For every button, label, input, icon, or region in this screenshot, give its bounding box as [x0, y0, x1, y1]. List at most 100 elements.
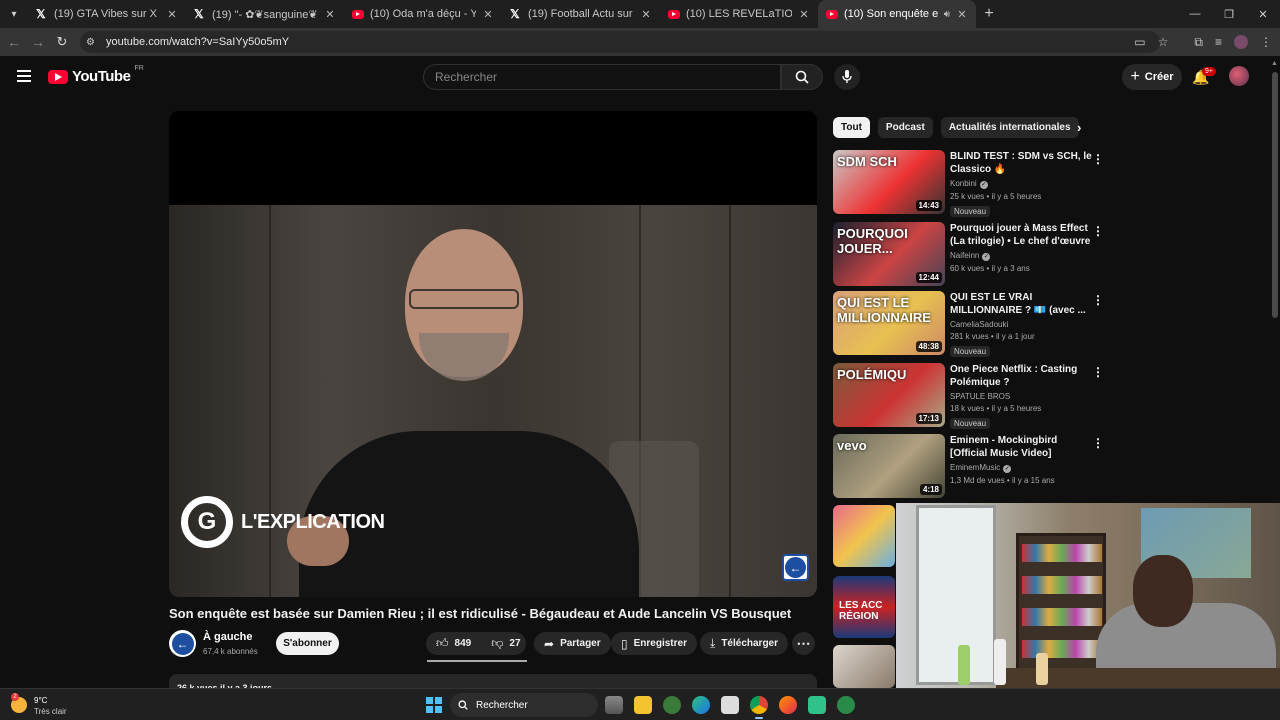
account-avatar[interactable]	[1229, 66, 1249, 86]
recommended-video-title[interactable]: Pourquoi jouer à Mass Effect (La trilogi…	[950, 222, 1092, 248]
partial-rec-thumbnail[interactable]: LES ACC RÉGION	[833, 576, 895, 638]
firefox-icon[interactable]	[779, 696, 797, 714]
save-button[interactable]: ▯ Enregistrer	[611, 632, 697, 655]
more-vertical-icon[interactable]: ⋮	[1092, 365, 1104, 379]
weather-widget[interactable]: 2 9°C Très clair	[11, 693, 91, 717]
audio-playing-icon[interactable]: 🔊︎	[944, 9, 950, 20]
taskbar-search-label: Rechercher	[476, 699, 528, 711]
browser-tab[interactable]: (10) Son enquête est basé 🔊︎ ✕	[818, 0, 976, 28]
recommended-video[interactable]: SDM SCH 14:43 BLIND TEST : SDM vs SCH, le …	[833, 150, 1105, 217]
url-field[interactable]: ⚙ youtube.com/watch?v=SaIYy50o5mY	[80, 31, 1160, 53]
close-tab-icon[interactable]: ✕	[956, 8, 968, 21]
recommended-video-title[interactable]: One Piece Netflix : Casting Polémique ?	[950, 363, 1092, 389]
recommended-video[interactable]: vevo 4:18 Eminem - Mockingbird [Official M…	[833, 434, 1105, 498]
more-vertical-icon[interactable]: ⋮	[1092, 436, 1104, 450]
thumbs-down-icon[interactable]: 👎︎	[491, 636, 503, 651]
tab-search-icon[interactable]: ▾	[0, 0, 28, 28]
chrome-icon[interactable]	[750, 696, 768, 719]
recommended-video[interactable]: POLÉMIQU 17:13 One Piece Netflix : Casting…	[833, 363, 1105, 429]
video-thumbnail[interactable]: QUI EST LE MILLIONNAIRE 48:38	[833, 291, 945, 355]
recommended-video[interactable]: POURQUOI JOUER... 12:44 Pourquoi jouer à M…	[833, 222, 1105, 286]
recommended-channel-name[interactable]: Konbini	[950, 179, 977, 188]
scroll-up-icon[interactable]: ▲	[1271, 60, 1278, 67]
close-tab-icon[interactable]: ✕	[324, 8, 336, 21]
search-button[interactable]	[781, 64, 823, 90]
voice-search-button[interactable]	[834, 64, 860, 90]
recommended-channel-name[interactable]: EminemMusic	[950, 463, 1000, 472]
close-tab-icon[interactable]: ✕	[640, 8, 652, 21]
close-tab-icon[interactable]: ✕	[166, 8, 178, 21]
more-vertical-icon[interactable]: ⋮	[1092, 224, 1104, 238]
browser-tab[interactable]: 𝕏 (19) GTA Vibes sur X : "Merci, G ✕	[28, 0, 186, 28]
recommended-video-title[interactable]: QUI EST LE VRAI MILLIONNAIRE ? 💶 (avec .…	[950, 291, 1092, 317]
maximize-icon[interactable]: ❐	[1212, 0, 1246, 28]
discord-icon[interactable]	[808, 696, 826, 714]
video-player[interactable]: G L'EXPLICATION ←	[169, 111, 817, 597]
new-tab-button[interactable]: +	[976, 5, 1002, 23]
close-tab-icon[interactable]: ✕	[798, 8, 810, 21]
nvidia-icon[interactable]	[663, 696, 681, 714]
recommended-channel-name[interactable]: SPATULE BROS	[950, 392, 1010, 401]
dislike-count[interactable]: 27	[509, 638, 520, 649]
windows-start-icon[interactable]	[426, 697, 442, 713]
browser-tab[interactable]: (10) LES REVELaTIONS DES FEM ✕	[660, 0, 818, 28]
video-thumbnail[interactable]: POURQUOI JOUER... 12:44	[833, 222, 945, 286]
site-info-icon[interactable]: ⚙	[86, 37, 100, 48]
streamer-head	[1133, 555, 1193, 627]
minimize-icon[interactable]: —	[1178, 0, 1212, 28]
partial-rec-thumbnail[interactable]	[833, 645, 895, 688]
reading-list-icon[interactable]: ≡	[1215, 35, 1222, 49]
more-vertical-icon[interactable]: ⋮	[1092, 293, 1104, 307]
recommended-video-title[interactable]: Eminem - Mockingbird [Official Music Vid…	[950, 434, 1092, 460]
more-actions-button[interactable]: ⋯	[792, 632, 815, 655]
filter-chip[interactable]: Actualités internationales	[940, 117, 1079, 138]
recommended-video-title[interactable]: BLIND TEST : SDM vs SCH, le Classico 🔥	[950, 150, 1092, 176]
back-icon[interactable]: ←	[2, 34, 26, 50]
edge-icon[interactable]	[692, 696, 710, 714]
taskbar-search[interactable]: Rechercher	[450, 693, 598, 717]
browser-tab[interactable]: 𝕏 (19) Football Actu sur X : "Lucas ✕	[502, 0, 660, 28]
new-badge: Nouveau	[950, 346, 991, 357]
browser-tab-title: (10) Son enquête est basé	[844, 8, 938, 20]
thumbs-up-icon[interactable]: 👍︎	[436, 636, 449, 651]
browser-tab[interactable]: 𝕏 (19) "- ✿❦sanguine❦✿ .+" (@ ✕	[186, 0, 344, 28]
recommended-channel-name[interactable]: CameliaSadouki	[950, 320, 1008, 329]
browser-profile-avatar[interactable]	[1234, 35, 1248, 49]
bookmark-star-icon[interactable]: ☆	[1158, 35, 1169, 49]
chevron-right-icon[interactable]: ›	[1077, 120, 1081, 135]
spotify-icon[interactable]	[837, 696, 855, 714]
more-vertical-icon[interactable]: ⋮	[1092, 152, 1104, 166]
menu-icon[interactable]	[17, 70, 31, 82]
cast-icon[interactable]: ▭	[1134, 35, 1145, 49]
download-button[interactable]: ⤓ Télécharger	[700, 632, 789, 655]
browser-menu-icon[interactable]: ⋮	[1260, 35, 1272, 49]
filter-chip[interactable]: Tout	[833, 117, 870, 138]
scrollbar-thumb[interactable]	[1272, 72, 1278, 318]
channel-watermark-button[interactable]: ←	[782, 554, 809, 581]
recommended-channel-name[interactable]: Naifeinn	[950, 251, 979, 260]
reload-icon[interactable]: ↻	[50, 34, 74, 50]
share-button[interactable]: ➦ Partager	[534, 632, 611, 655]
video-thumbnail[interactable]: vevo 4:18	[833, 434, 945, 498]
extensions-icon[interactable]: ⧉	[1194, 35, 1203, 50]
task-view-icon[interactable]	[605, 696, 623, 714]
partial-rec-thumbnail[interactable]	[833, 505, 895, 567]
video-thumbnail[interactable]: SDM SCH 14:43	[833, 150, 945, 214]
video-thumbnail[interactable]: POLÉMIQU 17:13	[833, 363, 945, 427]
channel-name[interactable]: À gauche	[203, 631, 253, 643]
subscribe-button[interactable]: S'abonner	[276, 632, 339, 655]
close-tab-icon[interactable]: ✕	[482, 8, 494, 21]
recommended-video[interactable]: QUI EST LE MILLIONNAIRE 48:38 QUI EST LE V…	[833, 291, 1105, 357]
like-count[interactable]: 849	[455, 638, 472, 649]
search-input[interactable]: Rechercher	[423, 64, 781, 90]
channel-avatar[interactable]: ←	[169, 630, 196, 657]
forward-icon[interactable]: →	[26, 34, 50, 50]
youtube-logo[interactable]: YouTube FR	[48, 65, 144, 85]
store-icon[interactable]	[721, 696, 739, 714]
webcam-overlay	[896, 503, 1280, 688]
create-button[interactable]: + Créer	[1122, 64, 1182, 90]
file-explorer-icon[interactable]	[634, 696, 652, 714]
filter-chip[interactable]: Podcast	[877, 117, 933, 138]
close-window-icon[interactable]: ✕	[1246, 0, 1280, 28]
browser-tab[interactable]: (10) Oda m'a déçu - YouTube ✕	[344, 0, 502, 28]
